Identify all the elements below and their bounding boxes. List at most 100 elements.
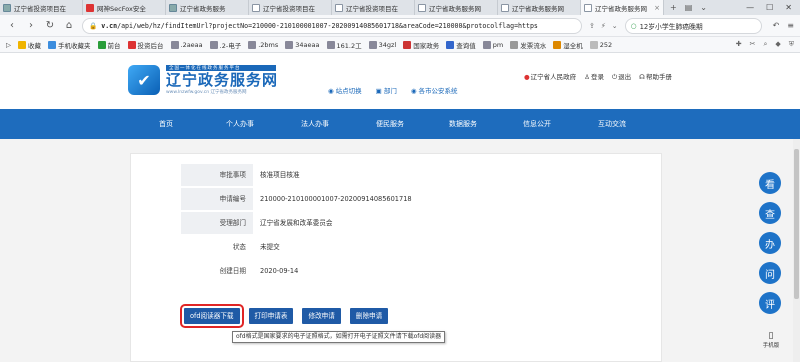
browser-tab[interactable]: 辽宁省政务服务网 xyxy=(498,0,581,15)
search-box[interactable]: ○ 12岁小学生肺癌晚期 xyxy=(624,17,762,34)
float-handle-button[interactable]: 办 xyxy=(759,232,781,254)
browser-tab[interactable]: 辽宁省政务服务 xyxy=(166,0,249,15)
float-ask-button[interactable]: 问 xyxy=(759,262,781,284)
share-icon[interactable]: ⇪ xyxy=(589,22,595,30)
bookmark-icon xyxy=(482,40,491,49)
detail-label: 受理部门 xyxy=(181,212,253,234)
nav-item-interaction[interactable]: 互动交流 xyxy=(598,109,626,139)
new-tab-button[interactable]: + xyxy=(670,3,677,12)
bookmark-item[interactable]: pm xyxy=(482,40,504,49)
ofd-reader-download-button[interactable]: ofd阅读器下载 xyxy=(180,304,244,328)
mobile-version-link[interactable]: ▯ 手机版 xyxy=(758,331,784,349)
game-icon[interactable]: ◆ xyxy=(775,40,780,49)
extension-icon[interactable]: ✚ xyxy=(736,40,742,49)
menu-icon[interactable]: ≡ xyxy=(787,21,794,30)
reload-icon[interactable]: ↻ xyxy=(44,20,56,31)
user-link[interactable]: ♙登录 xyxy=(584,71,604,82)
edit-application-button[interactable]: 修改申请 xyxy=(302,308,341,324)
logo-url: www.lnzwfw.gov.cn 辽宁省政务服务网 xyxy=(166,90,247,95)
nav-item-corporate[interactable]: 法人办事 xyxy=(301,109,329,139)
detail-label: 状态 xyxy=(232,243,246,251)
shield-icon[interactable]: ⛨ xyxy=(789,40,794,49)
bookmark-label: .2bms xyxy=(258,40,279,49)
browser-navbar: ‹ › ↻ ⌂ 🔒 v.cn/api/web/hz/findItemUrl?pr… xyxy=(0,15,800,37)
home-icon[interactable]: ⌂ xyxy=(63,20,75,31)
maximize-icon[interactable]: ☐ xyxy=(766,3,773,12)
forward-icon[interactable]: › xyxy=(25,20,37,31)
tab-label: 网神SecFox安全 xyxy=(97,4,146,13)
bookmark-item[interactable]: 湿全机 xyxy=(553,40,583,50)
site-logo[interactable]: ✔ 全国一体化在线政务服务平台 辽宁政务服务网 www.lnzwfw.gov.c… xyxy=(128,65,278,95)
bookmark-item[interactable]: .2-电子 xyxy=(209,40,241,50)
undo-icon[interactable]: ↶ xyxy=(773,21,780,30)
power-icon: ⏻ xyxy=(612,73,618,81)
bookmark-item[interactable]: 发票流水 xyxy=(510,40,546,50)
browser-tab[interactable]: 辽宁省投资项目在 xyxy=(332,0,415,15)
tab-close-icon[interactable]: × xyxy=(654,4,660,12)
bookmark-item[interactable]: 252 xyxy=(589,40,612,49)
bookmark-item[interactable]: .2aeaa xyxy=(170,40,203,49)
delete-application-button[interactable]: 删除申请 xyxy=(349,308,389,324)
browser-tab[interactable]: 网神SecFox安全 xyxy=(83,0,166,15)
bookmark-item[interactable]: 34aeaa xyxy=(285,40,320,49)
bookmark-item[interactable]: 前台 xyxy=(97,40,121,50)
nav-item-convenience[interactable]: 便民服务 xyxy=(376,109,404,139)
bookmark-item[interactable]: 手机收藏夹 xyxy=(48,40,91,50)
bookmark-label: 34aeaa xyxy=(295,40,320,49)
back-icon[interactable]: ‹ xyxy=(6,20,18,31)
lightning-icon[interactable]: ⚡ xyxy=(601,22,606,30)
help-link[interactable]: ☊帮助手册 xyxy=(639,71,672,82)
bookmark-item[interactable]: 国家政务 xyxy=(403,40,439,50)
address-bar[interactable]: 🔒 v.cn/api/web/hz/findItemUrl?projectNo=… xyxy=(82,17,582,34)
print-application-button[interactable]: 打印申请表 xyxy=(248,308,294,324)
browser-tab-active[interactable]: 辽宁省政务服务网 × xyxy=(581,0,664,15)
city-police-label: 各市公安系统 xyxy=(418,87,458,95)
detail-value: 2020-09-14 xyxy=(260,267,299,275)
detail-label: 审批事项 xyxy=(181,164,253,186)
bookmark-item[interactable]: 查询值 xyxy=(446,40,476,50)
minimize-icon[interactable]: — xyxy=(746,3,754,12)
bookmark-item[interactable]: .2bms xyxy=(248,40,279,49)
tab-label: 辽宁省政务服务网 xyxy=(429,4,481,13)
search-tool-icon[interactable]: ⌕ xyxy=(763,40,767,49)
nav-item-personal[interactable]: 个人办事 xyxy=(226,109,254,139)
page-scrollbar[interactable] xyxy=(793,139,800,362)
bookmark-label: pm xyxy=(492,40,504,49)
nav-item-disclosure[interactable]: 信息公开 xyxy=(523,109,551,139)
logout-link[interactable]: ⏻退出 xyxy=(612,71,631,82)
headset-icon: ☊ xyxy=(639,73,645,81)
float-query-button[interactable]: 查 xyxy=(759,202,781,224)
site-switch-link[interactable]: ◉ 站点切换 xyxy=(328,85,362,95)
close-window-icon[interactable]: ✕ xyxy=(785,3,792,12)
float-view-button[interactable]: 看 xyxy=(759,172,781,194)
tab-label: 辽宁省政务服务 xyxy=(180,4,226,13)
bookmark-label: .2aeaa xyxy=(180,40,203,49)
gov-link[interactable]: ●辽宁省人民政府 xyxy=(524,71,576,82)
bookmark-item[interactable]: 收藏 xyxy=(18,40,41,50)
city-police-link[interactable]: ◉ 各市公安系统 xyxy=(411,85,458,95)
bookmark-toggle-icon[interactable]: ▷ xyxy=(6,41,11,49)
tab-favicon-icon xyxy=(418,3,426,12)
bookmark-icon xyxy=(97,40,106,49)
detail-value: 核准项目核准 xyxy=(260,171,300,179)
bookmark-label: 国家政务 xyxy=(413,41,440,50)
browser-tab[interactable]: 辽宁省投资项目在 xyxy=(249,0,332,15)
tab-dropdown-icon[interactable]: ⌄ xyxy=(700,3,707,12)
detail-label: 申请编号 xyxy=(181,188,253,210)
dropdown-icon[interactable]: ⌄ xyxy=(612,22,618,30)
scrollbar-thumb[interactable] xyxy=(794,149,799,299)
browser-tab[interactable]: 辽宁省投资项目在 xyxy=(0,0,83,15)
bookmark-item[interactable]: 投资后台 xyxy=(127,40,164,50)
nav-item-data[interactable]: 数据服务 xyxy=(449,109,477,139)
browser-tab[interactable]: 辽宁省政务服务网 xyxy=(415,0,498,15)
bookmark-label: 投资后台 xyxy=(137,41,164,50)
nav-item-home[interactable]: 首页 xyxy=(159,109,173,139)
float-review-button[interactable]: 评 xyxy=(759,292,781,314)
department-link[interactable]: ▣ 部门 xyxy=(376,85,397,95)
bookmark-item[interactable]: 34gzl xyxy=(368,40,396,49)
cut-icon[interactable]: ✂ xyxy=(750,40,756,49)
bookmark-item[interactable]: 161.2工 xyxy=(326,40,362,50)
bookmark-icon xyxy=(248,40,257,49)
ofd-tooltip: ofd格式是国家要求的电子证照格式，如需打开电子证照文件请下载ofd阅读器 xyxy=(232,331,446,343)
tab-list-icon[interactable]: ▤ xyxy=(685,3,693,12)
